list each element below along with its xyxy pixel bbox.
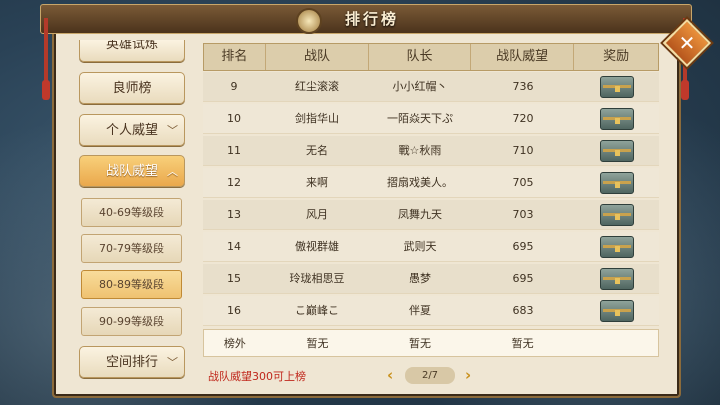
rank-cell: 11 [227,144,241,157]
rank-cell: 14 [227,240,241,253]
team-cell: 无名 [306,144,328,157]
header-team: 战队 [266,44,370,70]
right-tassel-decoration [681,80,689,100]
captain-cell: 一陌焱天下ぷ [387,112,453,125]
prestige-cell: 695 [512,272,534,285]
sub-item-40-69[interactable]: 40-69等级段 [81,198,182,227]
treasure-chest-icon[interactable] [600,268,634,290]
prestige-cell: 683 [512,304,534,317]
prestige-cell: 703 [512,208,534,221]
treasure-chest-icon[interactable] [600,300,634,322]
reward-cell[interactable] [575,168,659,197]
reward-cell[interactable] [575,72,659,101]
prestige-cell: 736 [512,80,534,93]
reward-cell[interactable] [575,200,659,229]
captain-cell: 伴夏 [409,304,431,317]
chevron-down-icon: ﹀ [167,124,178,137]
prestige-cell: 705 [512,176,534,189]
left-rope-decoration [44,18,48,82]
table-row[interactable]: 11 无名 戰☆秋雨 710 [203,136,659,166]
page-indicator: 2/7 [405,367,455,384]
sidebar-item-team-prestige[interactable]: 战队威望 ︿ [79,155,185,187]
prestige-cell: 710 [512,144,534,157]
close-icon[interactable]: ✕ [670,26,704,60]
reward-cell[interactable] [575,296,659,325]
captain-cell: 愚梦 [409,272,431,285]
chevron-down-icon: ﹀ [167,356,178,369]
table-row[interactable]: 15 玲珑相思豆 愚梦 695 [203,264,659,294]
reward-cell[interactable] [575,136,659,165]
rank-cell: 9 [230,80,238,93]
prestige-cell: 720 [512,112,534,125]
team-cell: 风月 [306,208,328,221]
captain-cell: 小小红帽丶 [392,80,448,93]
my-team-cell: 暂无 [306,337,329,350]
reward-cell[interactable] [575,104,659,133]
rank-cell: 15 [227,272,241,285]
sidebar-item-label: 个人威望 [105,123,158,138]
prestige-cell: 695 [512,240,534,253]
team-cell: 来啊 [306,176,328,189]
rank-cell: 10 [227,112,241,125]
my-reward-cell [574,330,658,356]
captain-cell: 戰☆秋雨 [398,144,442,157]
sidebar-item-space-ranking[interactable]: 空间排行 ﹀ [79,346,185,378]
my-rank-cell: 榜外 [223,337,246,350]
rank-cell: 12 [227,176,241,189]
reward-cell[interactable] [575,232,659,261]
treasure-chest-icon[interactable] [600,140,634,162]
chevron-up-icon: ︿ [167,165,178,178]
table-row[interactable]: 13 风月 凤舞九天 703 [203,200,659,230]
treasure-chest-icon[interactable] [600,108,634,130]
treasure-chest-icon[interactable] [600,204,634,226]
emblem-icon [296,8,322,34]
left-tassel-decoration [42,80,50,100]
ranking-requirement-note: 战队威望300可上榜 [208,370,306,383]
header-captain: 队长 [369,44,471,70]
my-prestige-cell: 暂无 [511,337,534,350]
sidebar-item-mentor[interactable]: 良师榜 [79,72,185,104]
sub-item-70-79[interactable]: 70-79等级段 [81,234,182,263]
sidebar-item-label: 空间排行 [105,355,158,370]
captain-cell: 武则天 [403,240,437,253]
header-rank: 排名 [204,44,266,70]
table-row[interactable]: 12 来啊 摺扇戏美人。 705 [203,168,659,198]
team-cell: 傲视群雄 [295,240,339,253]
rank-cell: 13 [227,208,241,221]
treasure-chest-icon[interactable] [600,172,634,194]
treasure-chest-icon[interactable] [600,236,634,258]
window-title: 排行榜 [344,10,399,28]
rank-cell: 16 [227,304,241,317]
captain-cell: 摺扇戏美人。 [387,176,453,189]
table-header: 排名 战队 队长 战队威望 奖励 [203,43,659,71]
table-row[interactable]: 10 剑指华山 一陌焱天下ぷ 720 [203,104,659,134]
team-cell: 红尘滚滚 [295,80,339,93]
sidebar-item-label: 良师榜 [112,81,152,96]
next-page-button[interactable]: › [465,366,471,384]
my-rank-row: 榜外 暂无 暂无 暂无 [203,329,659,357]
header-prestige: 战队威望 [471,44,575,70]
reward-cell[interactable] [575,264,659,293]
team-cell: 玲珑相思豆 [289,272,345,285]
treasure-chest-icon[interactable] [600,76,634,98]
sidebar-item-hero-trial[interactable]: 英雄试炼 [79,40,185,62]
my-captain-cell: 暂无 [409,337,432,350]
team-cell: こ巅峰こ [295,304,339,317]
table-row[interactable]: 14 傲视群雄 武则天 695 [203,232,659,262]
captain-cell: 凤舞九天 [398,208,442,221]
team-cell: 剑指华山 [295,112,339,125]
table-row[interactable]: 16 こ巅峰こ 伴夏 683 [203,296,659,326]
sub-item-80-89[interactable]: 80-89等级段 [81,270,182,299]
sub-item-90-99[interactable]: 90-99等级段 [81,307,182,336]
prev-page-button[interactable]: ‹ [387,366,393,384]
sidebar-item-personal-prestige[interactable]: 个人威望 ﹀ [79,114,185,146]
sidebar-item-label: 战队威望 [105,164,158,179]
table-row[interactable]: 9 红尘滚滚 小小红帽丶 736 [203,72,659,102]
header-reward: 奖励 [603,49,630,64]
